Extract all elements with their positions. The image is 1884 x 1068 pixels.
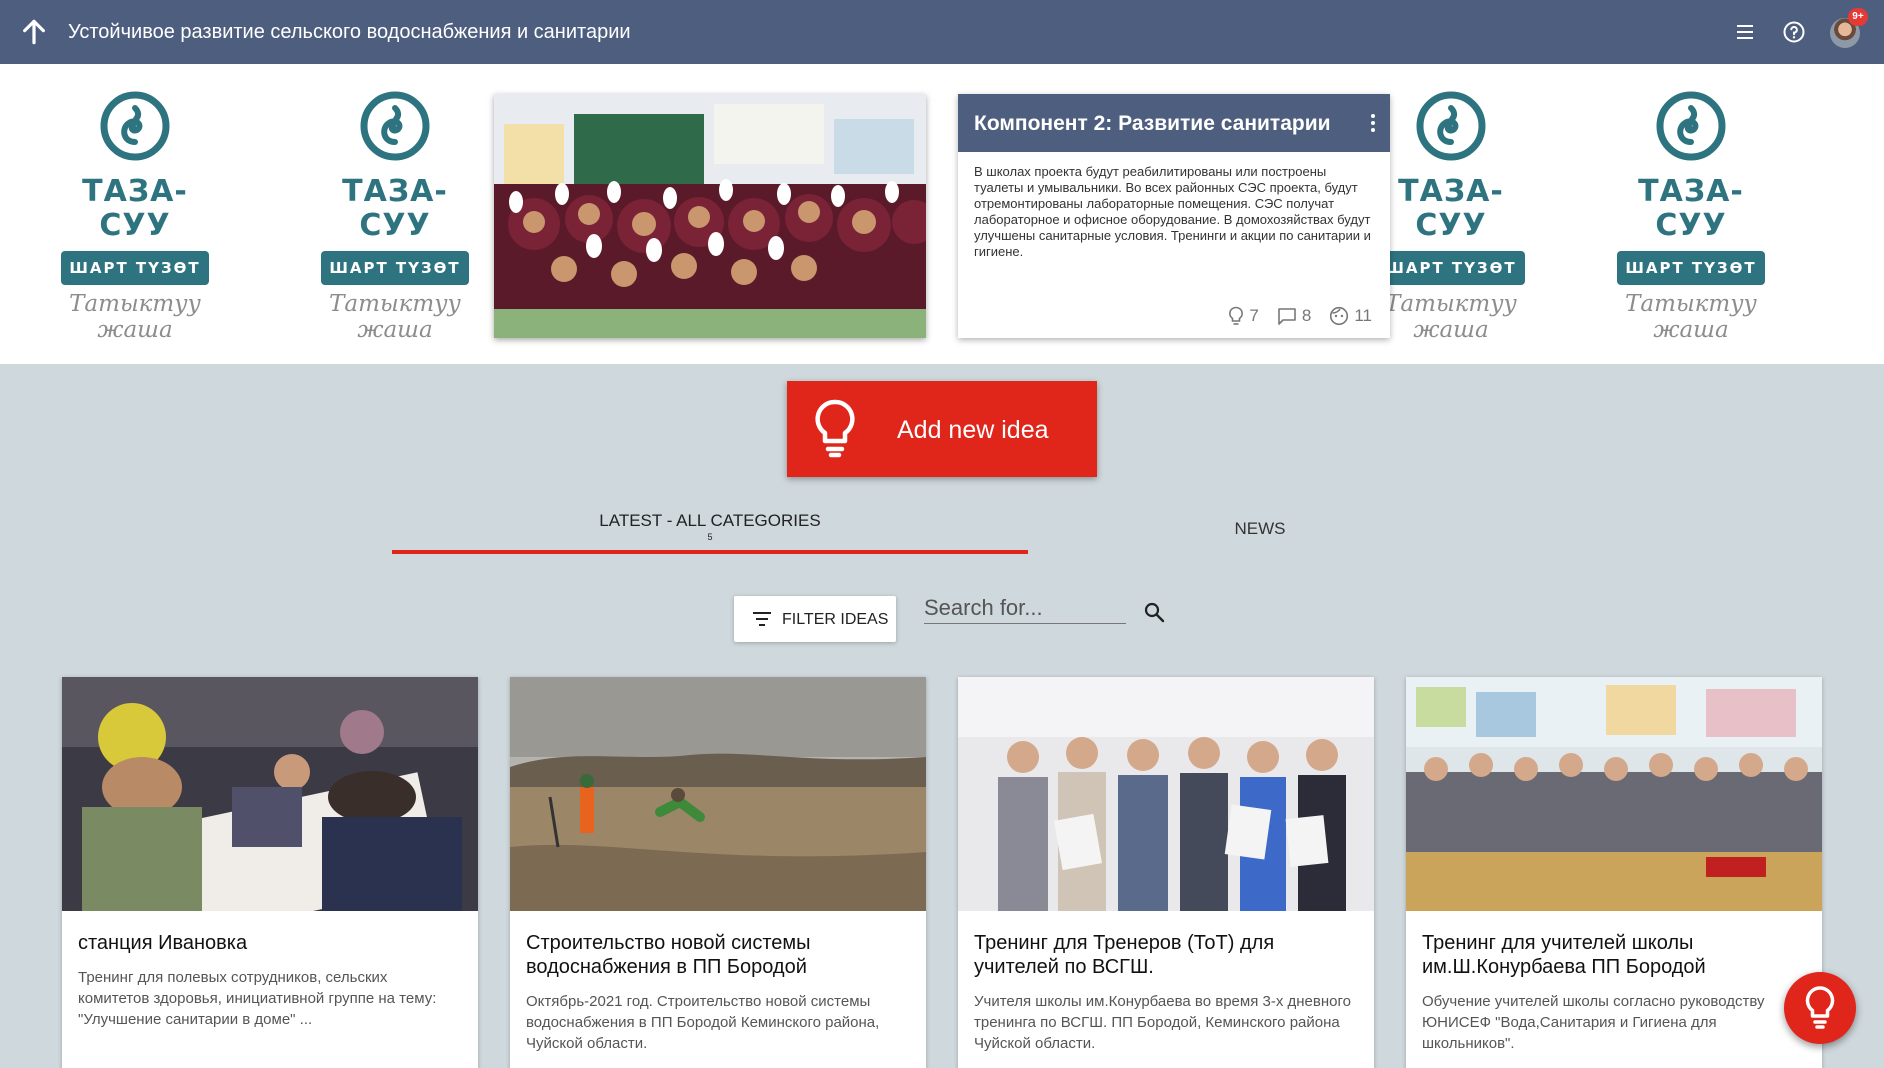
idea-card-title: станция Ивановка <box>78 932 248 954</box>
lightbulb-icon <box>1805 986 1835 1029</box>
swirl-logo-icon <box>360 91 430 161</box>
logo-subtitle-2: жаша <box>1413 317 1489 343</box>
add-new-idea-label: Add new idea <box>897 416 1049 444</box>
idea-card-title: Строительство новой системы водоснабжени… <box>526 932 811 978</box>
logo-brand: ТАЗА-СУУ <box>342 174 448 243</box>
idea-card-description: Обучение учителей школы согласно руковод… <box>1422 993 1765 1052</box>
featured-card-description: В школах проекта будут реабилитированы и… <box>974 164 1371 259</box>
logo-subtitle-2: жаша <box>357 317 433 343</box>
search-input[interactable] <box>924 592 1126 624</box>
participants-stat: 11 <box>1329 306 1372 326</box>
idea-card[interactable]: станция Ивановка Тренинг для полевых сот… <box>62 677 478 1068</box>
filter-ideas-label: FILTER IDEAS <box>782 611 889 628</box>
logo-tagline: ШАРТ ТҮЗӨТ <box>1377 251 1525 285</box>
comments-count: 8 <box>1301 306 1312 325</box>
tab-latest-all-categories[interactable]: LATEST - ALL CATEGORIES 5 <box>392 510 1028 554</box>
logo-brand: ТАЗА-СУУ <box>82 174 188 243</box>
idea-card-title: Тренинг для учителей школы им.Ш.Конурбае… <box>1422 932 1706 978</box>
arrow-up-icon[interactable] <box>18 16 50 48</box>
more-vert-icon[interactable] <box>1370 113 1376 133</box>
idea-card[interactable]: Тренинг для Тренеров (ТоТ) для учителей … <box>958 677 1374 1068</box>
lightbulb-icon <box>815 399 855 458</box>
featured-card-stats: 7 8 11 <box>1228 306 1372 326</box>
idea-card-image <box>510 677 926 911</box>
taza-suu-logo: ТАЗА-СУУ ШАРТ ТҮЗӨТ Татыктуу жаша <box>1606 90 1776 343</box>
logo-subtitle-1: Татыктуу <box>329 291 461 317</box>
active-tab-indicator <box>392 550 1028 554</box>
idea-card-description: Учителя школы им.Конурбаева во время 3-х… <box>974 993 1351 1052</box>
search-icon[interactable] <box>1143 601 1165 623</box>
project-banner: ТАЗА-СУУ ШАРТ ТҮЗӨТ Татыктуу жаша ТАЗА-С… <box>0 64 1884 364</box>
idea-card-image <box>62 677 478 911</box>
page-title: Устойчивое развитие сельского водоснабже… <box>68 21 631 43</box>
taza-suu-logo: ТАЗА-СУУ ШАРТ ТҮЗӨТ Татыктуу жаша <box>310 90 480 343</box>
idea-card-description: Тренинг для полевых сотрудников, сельски… <box>78 969 437 1028</box>
face-icon <box>1330 306 1349 326</box>
tab-latest-label: LATEST - ALL CATEGORIES <box>599 511 821 530</box>
construction-photo-image <box>510 677 926 911</box>
add-new-idea-button[interactable]: Add new idea <box>787 381 1097 477</box>
featured-card-title: Компонент 2: Развитие санитарии <box>974 112 1331 135</box>
logo-subtitle-1: Татыктуу <box>1385 291 1517 317</box>
filter-ideas-button[interactable]: FILTER IDEAS <box>734 596 896 642</box>
logo-tagline: ШАРТ ТҮЗӨТ <box>1617 251 1765 285</box>
idea-card-image <box>1406 677 1822 911</box>
logo-tagline: ШАРТ ТҮЗӨТ <box>321 251 469 285</box>
taza-suu-logo: ТАЗА-СУУ ШАРТ ТҮЗӨТ Татыктуу жаша <box>50 90 220 343</box>
idea-card-description: Октябрь-2021 год. Строительство новой си… <box>526 993 880 1052</box>
logo-tagline: ШАРТ ТҮЗӨТ <box>61 251 209 285</box>
meeting-photo-image <box>62 677 478 911</box>
swirl-logo-icon <box>1656 91 1726 161</box>
comments-stat: 8 <box>1277 306 1311 326</box>
tab-news[interactable]: NEWS <box>1160 518 1360 540</box>
participants-count: 11 <box>1354 306 1372 325</box>
add-idea-fab[interactable] <box>1784 972 1856 1044</box>
lightbulb-icon <box>1229 306 1244 325</box>
comment-icon <box>1278 308 1296 325</box>
tab-latest-count: 5 <box>707 532 713 542</box>
swirl-logo-icon <box>100 91 170 161</box>
classroom-photo-image <box>494 94 926 338</box>
logo-subtitle-2: жаша <box>97 317 173 343</box>
logo-subtitle-1: Татыктуу <box>69 291 201 317</box>
taza-suu-logo: ТАЗА-СУУ ШАРТ ТҮЗӨТ Татыктуу жаша <box>1366 90 1536 343</box>
logo-brand: ТАЗА-СУУ <box>1398 174 1504 243</box>
ideas-stat: 7 <box>1228 306 1259 326</box>
featured-card-header: Компонент 2: Развитие санитарии <box>958 94 1390 152</box>
teachers-classroom-photo-image <box>1406 677 1822 911</box>
logo-subtitle-2: жаша <box>1653 317 1729 343</box>
training-group-photo-image <box>958 677 1374 911</box>
help-icon[interactable] <box>1782 20 1806 44</box>
idea-card-title: Тренинг для Тренеров (ТоТ) для учителей … <box>974 932 1275 978</box>
logo-subtitle-1: Татыктуу <box>1625 291 1757 317</box>
filter-list-icon <box>753 612 771 626</box>
menu-icon[interactable] <box>1733 20 1757 44</box>
featured-photo[interactable] <box>494 94 926 338</box>
swirl-logo-icon <box>1416 91 1486 161</box>
featured-component-card[interactable]: Компонент 2: Развитие санитарии В школах… <box>958 94 1390 338</box>
top-app-bar: Устойчивое развитие сельского водоснабже… <box>0 0 1884 64</box>
idea-card[interactable]: Тренинг для учителей школы им.Ш.Конурбае… <box>1406 677 1822 1068</box>
notification-badge: 9+ <box>1848 8 1868 26</box>
logo-brand: ТАЗА-СУУ <box>1638 174 1744 243</box>
idea-card-image <box>958 677 1374 911</box>
idea-card[interactable]: Строительство новой системы водоснабжени… <box>510 677 926 1068</box>
ideas-count: 7 <box>1249 306 1259 325</box>
